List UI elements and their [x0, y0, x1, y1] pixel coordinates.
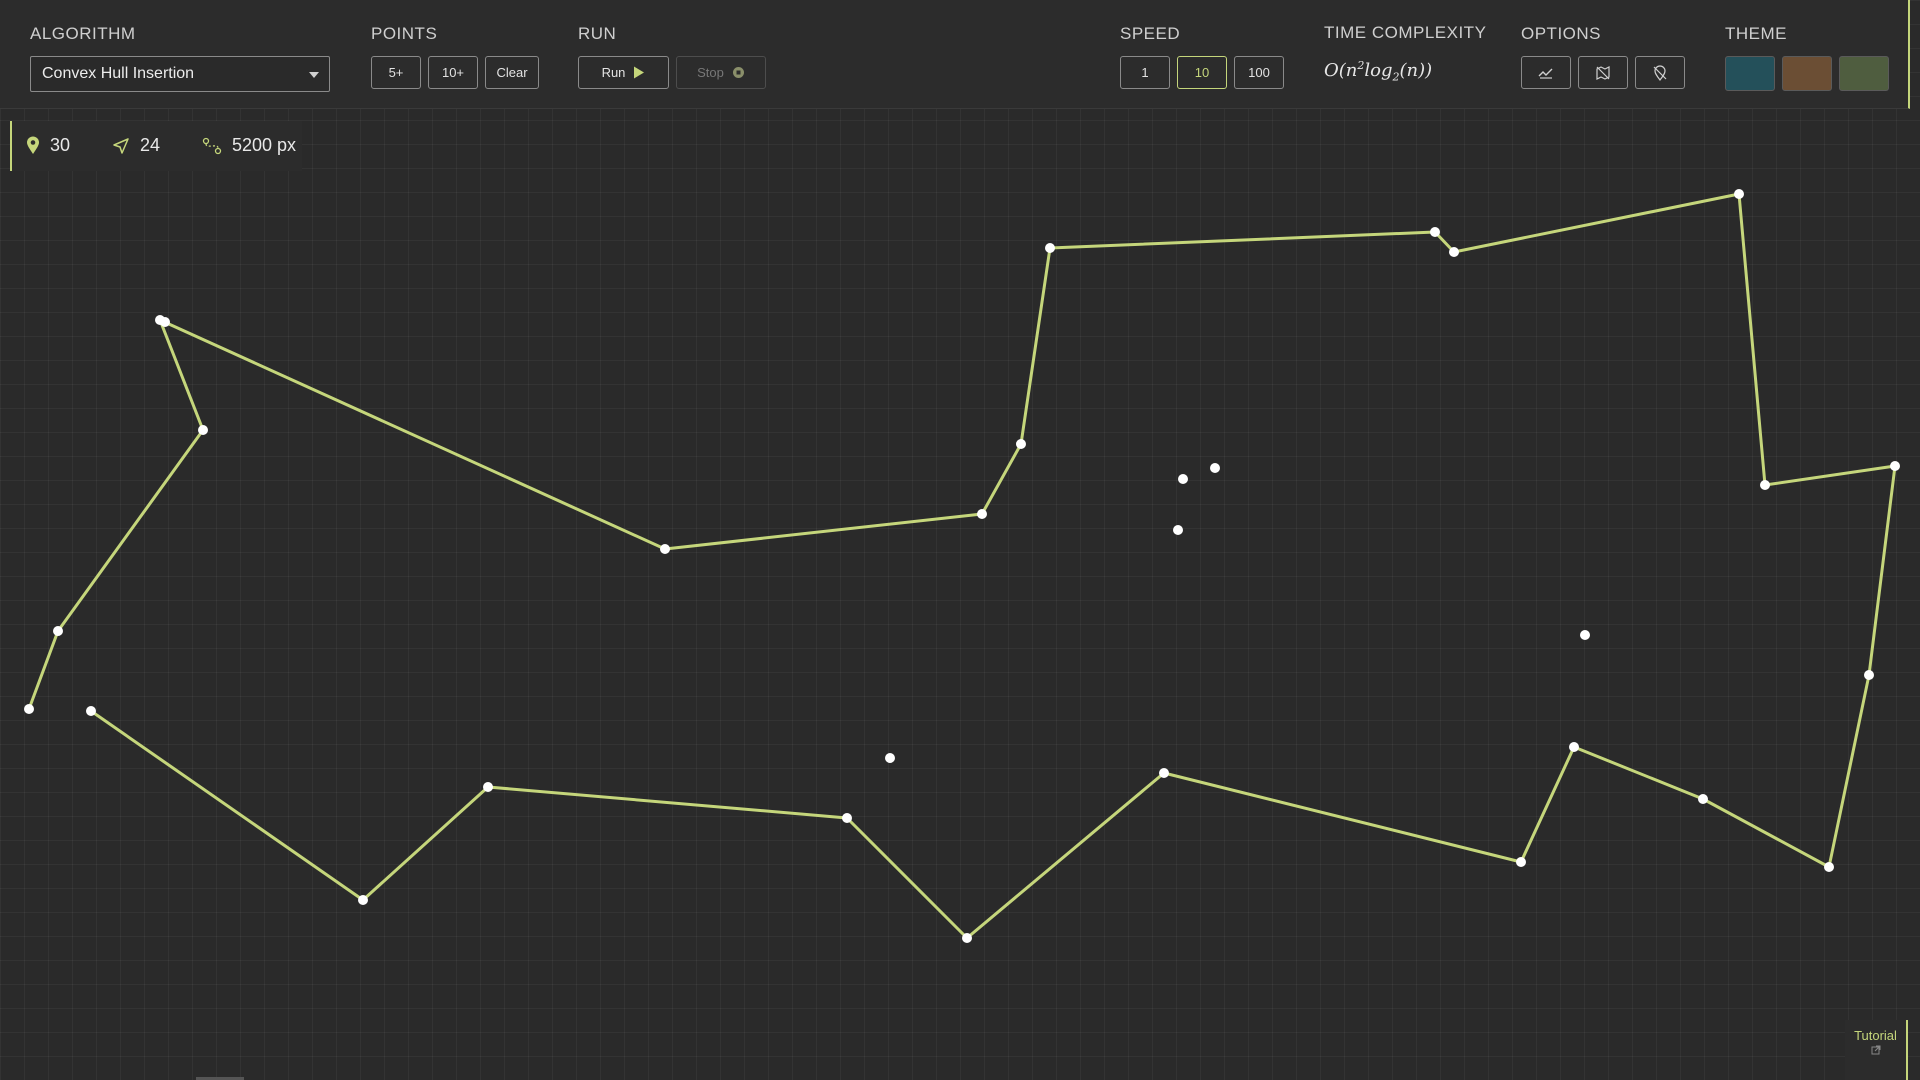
- options-section: OPTIONS: [1521, 24, 1685, 89]
- point: [483, 782, 493, 792]
- algorithm-label: ALGORITHM: [30, 24, 136, 43]
- speed-label: SPEED: [1120, 24, 1181, 43]
- run-button-label: Run: [601, 65, 626, 80]
- toggle-labels-button[interactable]: [1635, 56, 1685, 89]
- send-icon: [113, 137, 129, 154]
- speed-1-button[interactable]: 1: [1120, 56, 1170, 89]
- complexity-label: TIME COMPLEXITY: [1324, 23, 1487, 42]
- tutorial-button[interactable]: Tutorial: [1845, 1020, 1908, 1080]
- theme-label: THEME: [1725, 24, 1787, 43]
- theme-section: THEME: [1725, 24, 1889, 91]
- algorithm-section: ALGORITHM Convex Hull Insertion: [30, 24, 330, 92]
- distance-value: 5200 px: [232, 135, 297, 155]
- point: [1580, 630, 1590, 640]
- point: [86, 706, 96, 716]
- point: [1449, 247, 1459, 257]
- run-label: RUN: [578, 24, 617, 43]
- chart-line-icon: [1538, 68, 1553, 79]
- stop-button-label: Stop: [697, 65, 724, 80]
- stats-panel: 30 24 5200 px: [10, 121, 302, 171]
- point: [358, 895, 368, 905]
- external-link-icon: [1871, 1045, 1880, 1055]
- theme-swatch-brown[interactable]: [1782, 56, 1832, 91]
- point: [1516, 857, 1526, 867]
- point: [1824, 862, 1834, 872]
- location-off-icon: [1653, 64, 1667, 81]
- point: [1864, 670, 1874, 680]
- point: [842, 813, 852, 823]
- run-button[interactable]: Run: [578, 56, 669, 89]
- point: [160, 317, 170, 327]
- chevron-down-icon: [309, 72, 319, 78]
- route-count-value: 24: [140, 135, 161, 155]
- point: [1045, 243, 1055, 253]
- complexity-formula: O(n2log2(n)): [1324, 59, 1433, 84]
- point: [1210, 463, 1220, 473]
- speed-10-button[interactable]: 10: [1177, 56, 1227, 89]
- complexity-section: TIME COMPLEXITY O(n2log2(n)): [1324, 23, 1487, 84]
- point: [53, 626, 63, 636]
- point: [1698, 794, 1708, 804]
- route-icon: [202, 137, 222, 154]
- point: [660, 544, 670, 554]
- point: [1430, 227, 1440, 237]
- point: [1569, 742, 1579, 752]
- point: [1016, 439, 1026, 449]
- points-count-stat: 30: [26, 135, 70, 156]
- distance-stat: 5200 px: [202, 135, 296, 156]
- point: [1760, 480, 1770, 490]
- points-label: POINTS: [371, 24, 438, 43]
- algorithm-select[interactable]: Convex Hull Insertion: [30, 56, 330, 92]
- theme-swatch-teal[interactable]: [1725, 56, 1775, 91]
- point: [198, 425, 208, 435]
- play-icon: [634, 66, 645, 79]
- map-off-icon: [1596, 65, 1610, 80]
- toolbar: ALGORITHM Convex Hull Insertion POINTS 5…: [0, 0, 1910, 109]
- point: [962, 933, 972, 943]
- point: [24, 704, 34, 714]
- point: [1178, 474, 1188, 484]
- clear-points-button[interactable]: Clear: [485, 56, 539, 89]
- point: [1159, 768, 1169, 778]
- run-section: RUN Run Stop: [578, 24, 766, 89]
- point: [1173, 525, 1183, 535]
- speed-section: SPEED 1 10 100: [1120, 24, 1284, 89]
- point: [977, 509, 987, 519]
- location-pin-icon: [27, 136, 39, 154]
- options-label: OPTIONS: [1521, 24, 1602, 43]
- theme-swatch-olive[interactable]: [1839, 56, 1889, 91]
- point: [1890, 461, 1900, 471]
- algorithm-selected-value: Convex Hull Insertion: [42, 65, 195, 82]
- tour-path: [27, 192, 1897, 940]
- tutorial-label: Tutorial: [1854, 1028, 1897, 1043]
- speed-100-button[interactable]: 100: [1234, 56, 1284, 89]
- points-layer: [24, 189, 1900, 943]
- points-section: POINTS 5+ 10+ Clear: [371, 24, 539, 89]
- stop-button[interactable]: Stop: [676, 56, 766, 89]
- route-count-stat: 24: [112, 135, 160, 156]
- point: [1734, 189, 1744, 199]
- point: [885, 753, 895, 763]
- points-count-value: 30: [50, 135, 71, 155]
- toggle-map-button[interactable]: [1578, 56, 1628, 89]
- stop-icon: [732, 67, 744, 78]
- toggle-chart-button[interactable]: [1521, 56, 1571, 89]
- add-10-points-button[interactable]: 10+: [428, 56, 478, 89]
- add-5-points-button[interactable]: 5+: [371, 56, 421, 89]
